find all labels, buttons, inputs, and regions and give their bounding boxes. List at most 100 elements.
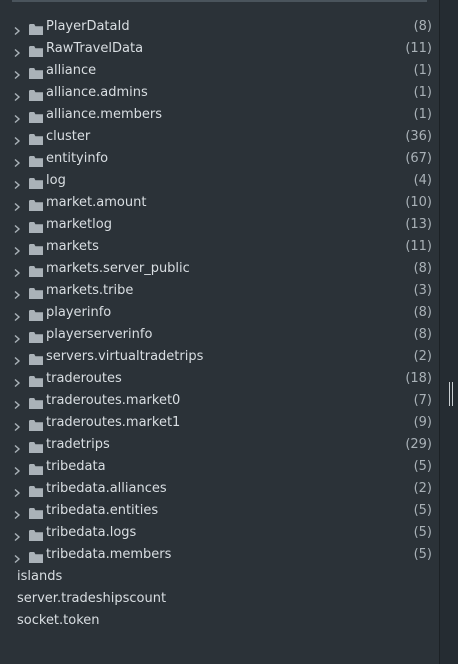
chevron-right-icon[interactable]	[12, 198, 22, 212]
folder-name: alliance.admins	[46, 85, 148, 100]
folder-count: (9)	[413, 415, 432, 430]
tree-folder-log[interactable]: log (4)	[0, 170, 440, 192]
chevron-right-icon[interactable]	[12, 484, 22, 498]
folder-name: RawTravelData	[46, 41, 144, 56]
tree-folder-tribedata-entities[interactable]: tribedata.entities (5)	[0, 500, 440, 522]
folder-count: (1)	[413, 107, 432, 122]
tree-folder-rawtraveldata[interactable]: RawTravelData (11)	[0, 38, 440, 60]
folder-icon	[29, 351, 43, 365]
chevron-right-icon[interactable]	[12, 132, 22, 146]
tree-folder-alliance-members[interactable]: alliance.members (1)	[0, 104, 440, 126]
folder-name: tradetrips	[46, 437, 110, 452]
folder-name: tribedata	[46, 459, 106, 474]
tree-folder-alliance-admins[interactable]: alliance.admins (1)	[0, 82, 440, 104]
folder-icon	[29, 219, 43, 233]
folder-count: (29)	[405, 437, 432, 452]
folder-count: (2)	[413, 481, 432, 496]
tree-folder-tribedata-logs[interactable]: tribedata.logs (5)	[0, 522, 440, 544]
folder-icon	[29, 175, 43, 189]
folder-icon	[29, 439, 43, 453]
tree-folder-playerdataid[interactable]: PlayerDataId (8)	[0, 16, 440, 38]
tree-key-server-tradeshipscount[interactable]: server.tradeshipscount	[0, 588, 440, 610]
chevron-right-icon[interactable]	[12, 308, 22, 322]
chevron-right-icon[interactable]	[12, 506, 22, 520]
tree-folder-traderoutes-market1[interactable]: traderoutes.market1 (9)	[0, 412, 440, 434]
folder-icon	[29, 307, 43, 321]
tree-folder-tribedata[interactable]: tribedata (5)	[0, 456, 440, 478]
folder-icon	[29, 285, 43, 299]
tree-folder-market-amount[interactable]: market.amount (10)	[0, 192, 440, 214]
panel-top-border	[12, 0, 427, 2]
folder-name: markets.tribe	[46, 283, 134, 298]
tree-folder-cluster[interactable]: cluster (36)	[0, 126, 440, 148]
folder-icon	[29, 527, 43, 541]
tree-folder-tradetrips[interactable]: tradetrips (29)	[0, 434, 440, 456]
folder-name: market.amount	[46, 195, 147, 210]
folder-icon	[29, 153, 43, 167]
chevron-right-icon[interactable]	[12, 66, 22, 80]
folder-name: tribedata.alliances	[46, 481, 167, 496]
chevron-right-icon[interactable]	[12, 418, 22, 432]
folder-name: alliance	[46, 63, 97, 78]
folder-icon	[29, 373, 43, 387]
tree-folder-playerinfo[interactable]: playerinfo (8)	[0, 302, 440, 324]
folder-icon	[29, 109, 43, 123]
folder-name: markets	[46, 239, 99, 254]
tree-folder-markets[interactable]: markets (11)	[0, 236, 440, 258]
folder-icon	[29, 417, 43, 431]
folder-icon	[29, 395, 43, 409]
tree-folder-markets-server-public[interactable]: markets.server_public (8)	[0, 258, 440, 280]
chevron-right-icon[interactable]	[12, 330, 22, 344]
tree-key-socket-token[interactable]: socket.token	[0, 610, 440, 632]
tree-folder-traderoutes[interactable]: traderoutes (18)	[0, 368, 440, 390]
tree-folder-tribedata-alliances[interactable]: tribedata.alliances (2)	[0, 478, 440, 500]
folder-icon	[29, 197, 43, 211]
chevron-right-icon[interactable]	[12, 396, 22, 410]
tree-folder-traderoutes-market0[interactable]: traderoutes.market0 (7)	[0, 390, 440, 412]
chevron-right-icon[interactable]	[12, 22, 22, 36]
tree-folder-entityinfo[interactable]: entityinfo (67)	[0, 148, 440, 170]
tree-folder-servers-virtualtradetrips[interactable]: servers.virtualtradetrips (2)	[0, 346, 440, 368]
chevron-right-icon[interactable]	[12, 286, 22, 300]
folder-icon	[29, 483, 43, 497]
tree-folder-alliance[interactable]: alliance (1)	[0, 60, 440, 82]
chevron-right-icon[interactable]	[12, 88, 22, 102]
folder-name: servers.virtualtradetrips	[46, 349, 204, 364]
key-name: socket.token	[17, 613, 100, 628]
folder-icon	[29, 131, 43, 145]
folder-icon	[29, 505, 43, 519]
key-name: server.tradeshipscount	[17, 591, 167, 606]
chevron-right-icon[interactable]	[12, 154, 22, 168]
panel-resize-handle[interactable]	[449, 382, 453, 406]
chevron-right-icon[interactable]	[12, 110, 22, 124]
folder-count: (10)	[405, 195, 432, 210]
tree-folder-marketlog[interactable]: marketlog (13)	[0, 214, 440, 236]
chevron-right-icon[interactable]	[12, 462, 22, 476]
folder-icon	[29, 461, 43, 475]
folder-count: (8)	[413, 261, 432, 276]
chevron-right-icon[interactable]	[12, 44, 22, 58]
tree-folder-tribedata-members[interactable]: tribedata.members (5)	[0, 544, 440, 566]
chevron-right-icon[interactable]	[12, 374, 22, 388]
key-tree: PlayerDataId (8) RawTravelData (11) alliance…	[0, 16, 440, 632]
folder-count: (5)	[413, 459, 432, 474]
folder-icon	[29, 43, 43, 57]
chevron-right-icon[interactable]	[12, 220, 22, 234]
folder-count: (18)	[405, 371, 432, 386]
folder-count: (13)	[405, 217, 432, 232]
chevron-right-icon[interactable]	[12, 528, 22, 542]
tree-folder-markets-tribe[interactable]: markets.tribe (3)	[0, 280, 440, 302]
folder-name: PlayerDataId	[46, 19, 130, 34]
chevron-right-icon[interactable]	[12, 264, 22, 278]
folder-count: (7)	[413, 393, 432, 408]
chevron-right-icon[interactable]	[12, 176, 22, 190]
chevron-right-icon[interactable]	[12, 440, 22, 454]
folder-count: (4)	[413, 173, 432, 188]
folder-count: (67)	[405, 151, 432, 166]
chevron-right-icon[interactable]	[12, 242, 22, 256]
chevron-right-icon[interactable]	[12, 352, 22, 366]
tree-key-islands[interactable]: islands	[0, 566, 440, 588]
folder-count: (8)	[413, 327, 432, 342]
chevron-right-icon[interactable]	[12, 550, 22, 564]
tree-folder-playerserverinfo[interactable]: playerserverinfo (8)	[0, 324, 440, 346]
